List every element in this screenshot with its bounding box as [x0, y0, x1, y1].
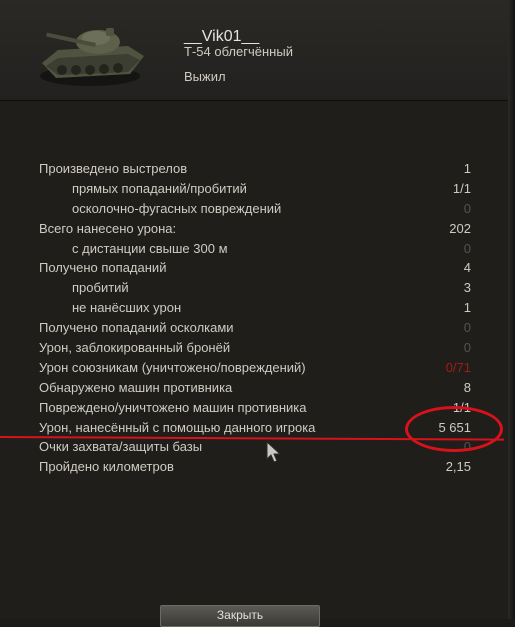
stat-row: Урон, заблокированный бронёй 0 — [30, 338, 478, 358]
stat-label: осколочно-фугасных повреждений — [72, 200, 282, 216]
stat-value: 1 — [463, 300, 471, 316]
tank-icon — [40, 28, 144, 86]
stat-value: 0 — [463, 240, 471, 256]
close-button[interactable]: Закрыть — [160, 605, 320, 627]
stat-label: пробитий — [72, 280, 129, 296]
mouse-cursor-icon — [266, 441, 282, 463]
stat-label: Урон, нанесённый с помощью данного игрок… — [39, 419, 316, 435]
survival-status: Выжил — [184, 69, 226, 84]
window-edge — [508, 0, 515, 619]
stat-label: Произведено выстрелов — [39, 161, 188, 176]
stat-row: Получено попаданий 4 — [30, 258, 478, 278]
stat-row: Урон союзникам (уничтожено/повреждений) 0… — [30, 358, 478, 378]
stat-label: Пройдено километров — [39, 459, 174, 475]
stat-value: 0 — [463, 340, 471, 356]
stat-row: Получено попаданий осколками 0 — [30, 318, 478, 338]
stat-value: 3 — [463, 280, 471, 296]
stat-value: 4 — [463, 260, 471, 276]
stat-value: 0/71 — [445, 359, 471, 375]
stat-value: 0 — [463, 200, 471, 216]
stat-value: 202 — [449, 220, 471, 236]
stat-label: Получено попаданий — [39, 260, 167, 276]
battle-results-window: __Vik01__ Т-54 облегчённый Выжил Произве… — [0, 0, 510, 627]
stat-row: не нанёсших урон 1 — [30, 298, 478, 318]
stat-value: 1/1 — [452, 180, 471, 196]
stat-row: Всего нанесено урона: 202 — [30, 219, 478, 239]
stat-label: с дистанции свыше 300 м — [72, 240, 228, 256]
stat-row: пробитий 3 — [30, 278, 478, 298]
annotation-ellipse — [405, 406, 503, 452]
stat-row: с дистанции свыше 300 м 0 — [30, 239, 478, 259]
stat-label: Обнаружено машин противника — [39, 379, 233, 395]
tank-name: Т-54 облегчённый — [184, 44, 293, 59]
stat-row: Пройдено километров 2,15 — [30, 457, 478, 477]
stat-value: 2,15 — [445, 459, 471, 475]
stat-value: 0 — [463, 320, 471, 336]
stat-label: Очки захвата/защиты базы — [39, 439, 203, 455]
stat-label: Повреждено/уничтожено машин противника — [39, 399, 307, 415]
stat-row: осколочно-фугасных повреждений 0 — [30, 199, 478, 219]
stat-label: Всего нанесено урона: — [39, 220, 177, 236]
stat-label: Урон, заблокированный бронёй — [39, 340, 231, 356]
stat-value: 8 — [463, 379, 471, 395]
stat-label: не нанёсших урон — [72, 300, 182, 316]
stat-value: 1 — [463, 161, 471, 176]
player-header: __Vik01__ Т-54 облегчённый Выжил — [0, 0, 508, 101]
stat-label: Урон союзникам (уничтожено/повреждений) — [39, 359, 306, 375]
stat-row: Произведено выстрелов 1 — [30, 159, 478, 179]
stat-row: Повреждено/уничтожено машин противника 1/… — [30, 398, 478, 418]
stat-label: Получено попаданий осколками — [39, 320, 234, 336]
stat-row: прямых попаданий/пробитий 1/1 — [30, 179, 478, 199]
stat-label: прямых попаданий/пробитий — [72, 180, 247, 196]
stat-row: Обнаружено машин противника 8 — [30, 378, 478, 398]
